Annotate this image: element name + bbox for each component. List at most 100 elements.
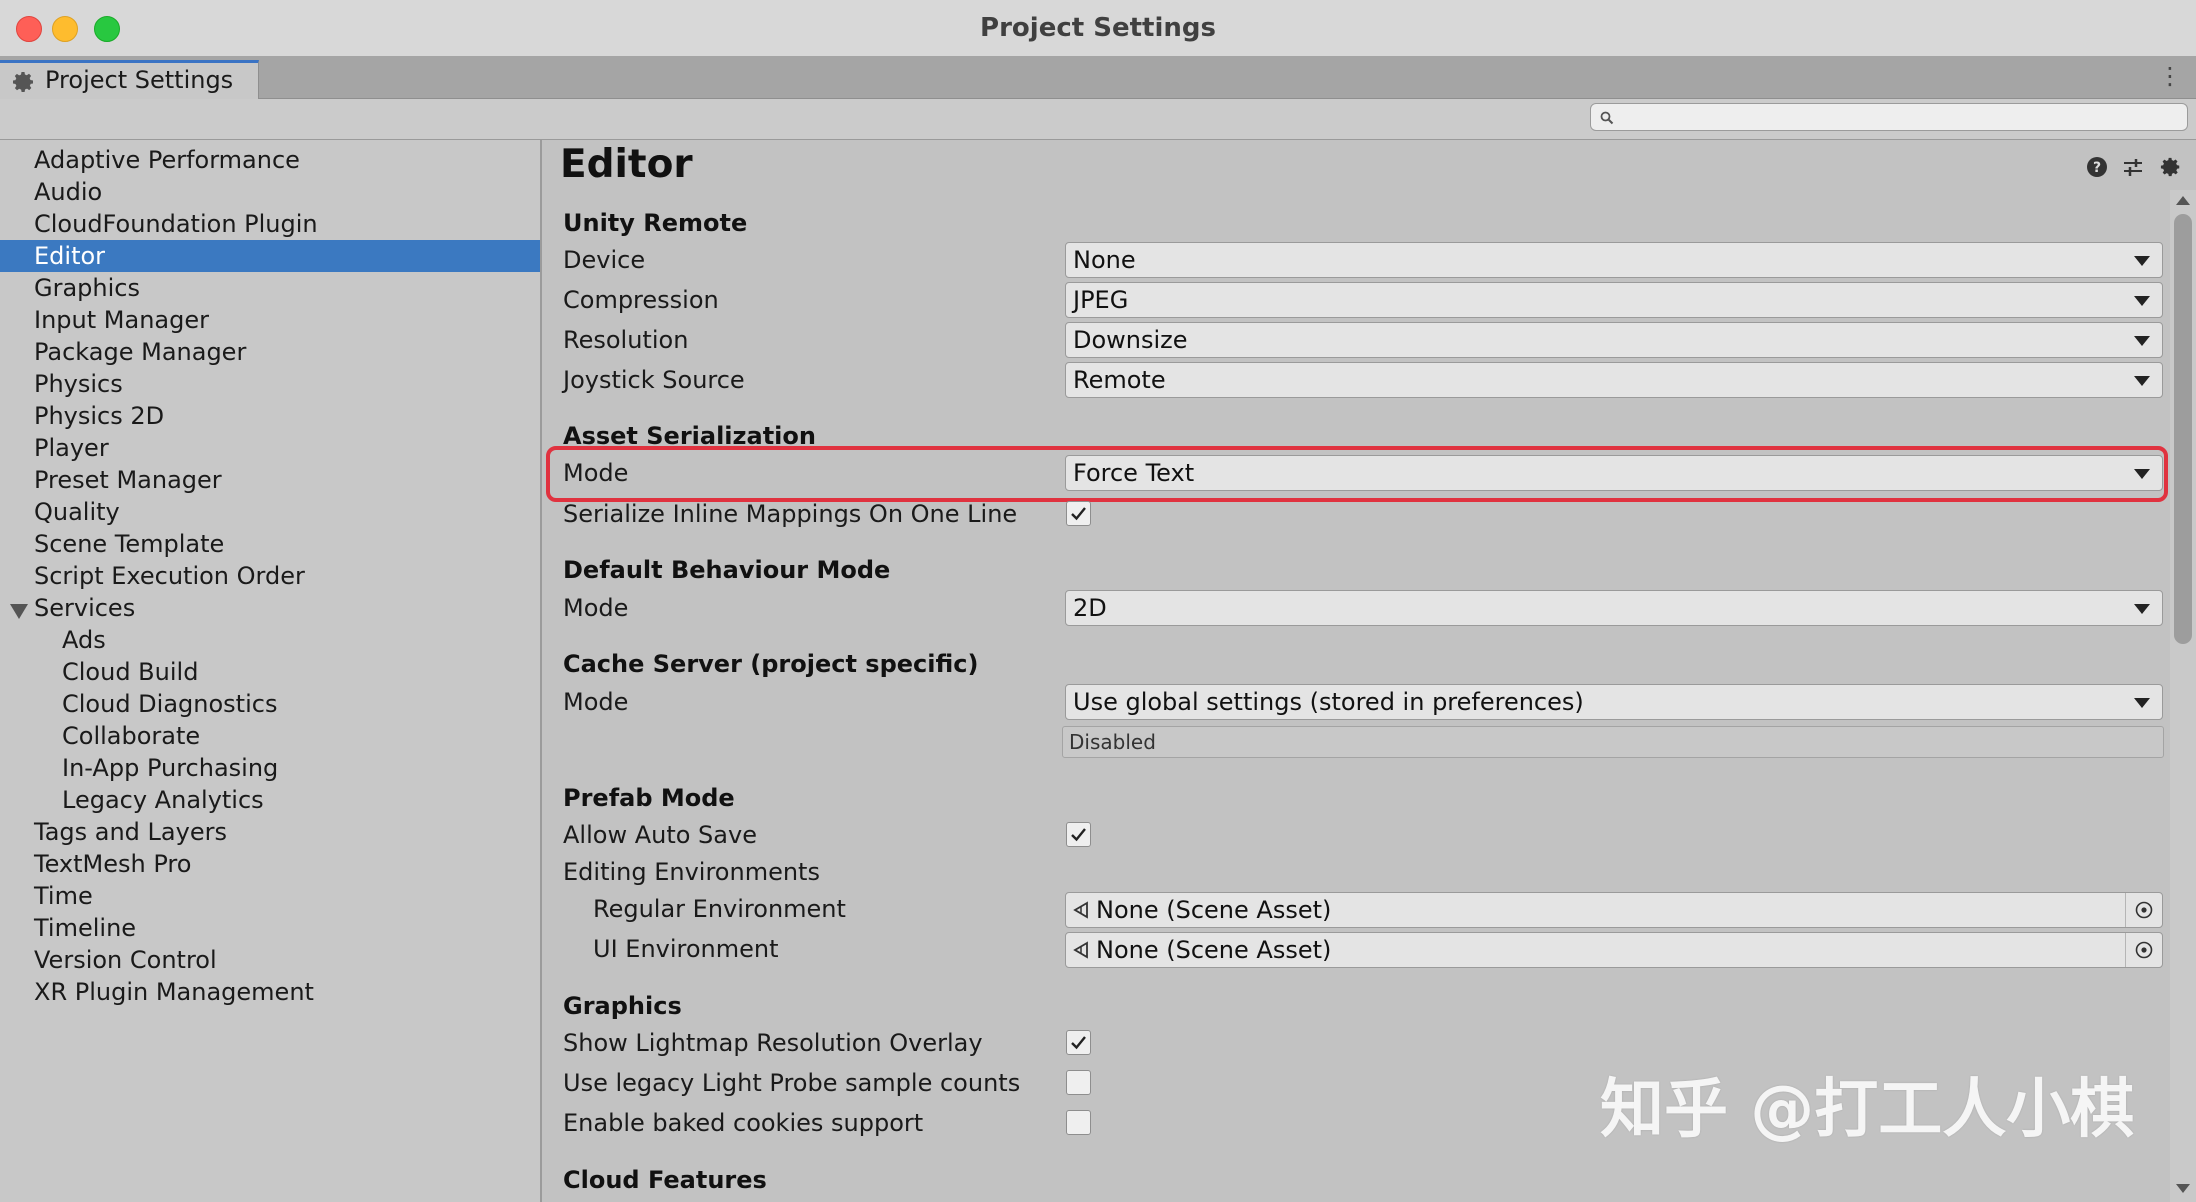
device-label: Device [563, 246, 646, 274]
sidebar-item-quality[interactable]: Quality [0, 496, 540, 528]
sidebar-item-label: Version Control [34, 946, 217, 974]
sidebar-item-textmesh-pro[interactable]: TextMesh Pro [0, 848, 540, 880]
sidebar-item-label: Physics [34, 370, 123, 398]
device-dropdown[interactable]: None [1065, 242, 2163, 278]
sidebar-item-label: Player [34, 434, 109, 462]
ui-environment-field[interactable]: None (Scene Asset) [1065, 932, 2163, 968]
scene-asset-icon [1072, 941, 1090, 963]
object-picker-icon[interactable] [2134, 940, 2154, 964]
help-icon[interactable]: ? [2086, 156, 2108, 182]
sidebar-item-label: Services [34, 594, 136, 622]
regular-environment-value: None (Scene Asset) [1096, 896, 1332, 924]
sidebar-item-cloud-diagnostics[interactable]: Cloud Diagnostics [0, 688, 540, 720]
sidebar-item-label: Tags and Layers [34, 818, 227, 846]
regular-environment-field[interactable]: None (Scene Asset) [1065, 892, 2163, 928]
resolution-value: Downsize [1073, 326, 1188, 354]
preset-sliders-icon[interactable] [2122, 156, 2144, 182]
sidebar-item-script-execution-order[interactable]: Script Execution Order [0, 560, 540, 592]
sidebar-item-label: Ads [62, 626, 106, 654]
resolution-label: Resolution [563, 326, 689, 354]
section-graphics: Graphics [563, 992, 682, 1020]
annotation-highlight-box [546, 446, 2168, 502]
sidebar-item-editor[interactable]: Editor [0, 240, 540, 272]
light-probe-checkbox[interactable] [1066, 1070, 1091, 1095]
scrollbar-thumb[interactable] [2174, 214, 2192, 644]
allow-auto-save-checkbox[interactable] [1066, 822, 1091, 847]
behaviour-mode-dropdown[interactable]: 2D [1065, 590, 2163, 626]
sidebar-item-version-control[interactable]: Version Control [0, 944, 540, 976]
behaviour-mode-value: 2D [1073, 594, 1107, 622]
sidebar-item-graphics[interactable]: Graphics [0, 272, 540, 304]
sidebar-item-label: Quality [34, 498, 120, 526]
ui-environment-label: UI Environment [593, 935, 779, 963]
sidebar-item-physics[interactable]: Physics [0, 368, 540, 400]
joystick-source-dropdown[interactable]: Remote [1065, 362, 2163, 398]
settings-gear-icon[interactable] [2160, 156, 2182, 182]
section-cloud-features: Cloud Features [563, 1166, 767, 1194]
watermark: 知乎 @打工人小棋 [1600, 1073, 2135, 1147]
sidebar-item-adaptive-performance[interactable]: Adaptive Performance [0, 144, 540, 176]
baked-cookies-checkbox[interactable] [1066, 1110, 1091, 1135]
sidebar-item-services[interactable]: Services [0, 592, 540, 624]
section-prefab-mode: Prefab Mode [563, 784, 735, 812]
sidebar-item-label: Script Execution Order [34, 562, 305, 590]
sidebar-item-label: Scene Template [34, 530, 225, 558]
sidebar-item-preset-manager[interactable]: Preset Manager [0, 464, 540, 496]
section-unity-remote: Unity Remote [563, 209, 748, 237]
search-icon [1600, 110, 1614, 129]
chevron-down-icon [2134, 376, 2150, 386]
sidebar-item-xr-plugin-management[interactable]: XR Plugin Management [0, 976, 540, 1008]
sidebar-item-ads[interactable]: Ads [0, 624, 540, 656]
scroll-down-arrow-icon[interactable] [2176, 1184, 2190, 1193]
sidebar-item-label: Physics 2D [34, 402, 165, 430]
sidebar-item-collaborate[interactable]: Collaborate [0, 720, 540, 752]
sidebar-item-timeline[interactable]: Timeline [0, 912, 540, 944]
search-input[interactable] [1590, 103, 2188, 131]
inline-mappings-label: Serialize Inline Mappings On One Line [563, 500, 1018, 528]
compression-dropdown[interactable]: JPEG [1065, 282, 2163, 318]
sidebar-item-cloud-build[interactable]: Cloud Build [0, 656, 540, 688]
scroll-up-arrow-icon[interactable] [2176, 196, 2190, 205]
sidebar-item-label: Time [34, 882, 93, 910]
sidebar-item-player[interactable]: Player [0, 432, 540, 464]
chevron-down-icon [2134, 256, 2150, 266]
sidebar-item-package-manager[interactable]: Package Manager [0, 336, 540, 368]
joystick-source-value: Remote [1073, 366, 1166, 394]
light-probe-label: Use legacy Light Probe sample counts [563, 1069, 1021, 1097]
sidebar-item-label: Cloud Build [62, 658, 199, 686]
more-options-icon[interactable]: ⋮ [2158, 62, 2182, 90]
services-foldout-arrow-icon[interactable] [10, 604, 28, 619]
sidebar-item-label: Legacy Analytics [62, 786, 264, 814]
regular-environment-label: Regular Environment [593, 895, 846, 923]
sidebar-item-scene-template[interactable]: Scene Template [0, 528, 540, 560]
object-picker-icon[interactable] [2134, 900, 2154, 924]
resolution-dropdown[interactable]: Downsize [1065, 322, 2163, 358]
svg-text:?: ? [2093, 160, 2101, 176]
sidebar-item-input-manager[interactable]: Input Manager [0, 304, 540, 336]
field-divider [2125, 893, 2126, 927]
sidebar-item-tags-and-layers[interactable]: Tags and Layers [0, 816, 540, 848]
compression-label: Compression [563, 286, 719, 314]
section-cache-server: Cache Server (project specific) [563, 650, 979, 678]
sidebar-item-legacy-analytics[interactable]: Legacy Analytics [0, 784, 540, 816]
cache-server-status-field: Disabled [1062, 726, 2164, 758]
device-value: None [1073, 246, 1136, 274]
sidebar-item-physics-2d[interactable]: Physics 2D [0, 400, 540, 432]
sidebar-item-label: Package Manager [34, 338, 247, 366]
sidebar-item-in-app-purchasing[interactable]: In-App Purchasing [0, 752, 540, 784]
settings-category-sidebar: Adaptive Performance Audio CloudFoundati… [0, 140, 542, 1202]
lightmap-overlay-checkbox[interactable] [1066, 1030, 1091, 1055]
inline-mappings-checkbox[interactable] [1066, 501, 1091, 526]
sidebar-item-label: Graphics [34, 274, 140, 302]
sidebar-item-label: Cloud Diagnostics [62, 690, 278, 718]
sidebar-item-label: Audio [34, 178, 103, 206]
cache-server-mode-dropdown[interactable]: Use global settings (stored in preferenc… [1065, 684, 2163, 720]
editing-environments-label: Editing Environments [563, 858, 820, 886]
sidebar-item-cloudfoundation-plugin[interactable]: CloudFoundation Plugin [0, 208, 540, 240]
scene-asset-icon [1072, 901, 1090, 923]
sidebar-item-label: Timeline [34, 914, 137, 942]
field-divider [2125, 933, 2126, 967]
ui-environment-value: None (Scene Asset) [1096, 936, 1332, 964]
sidebar-item-audio[interactable]: Audio [0, 176, 540, 208]
sidebar-item-time[interactable]: Time [0, 880, 540, 912]
